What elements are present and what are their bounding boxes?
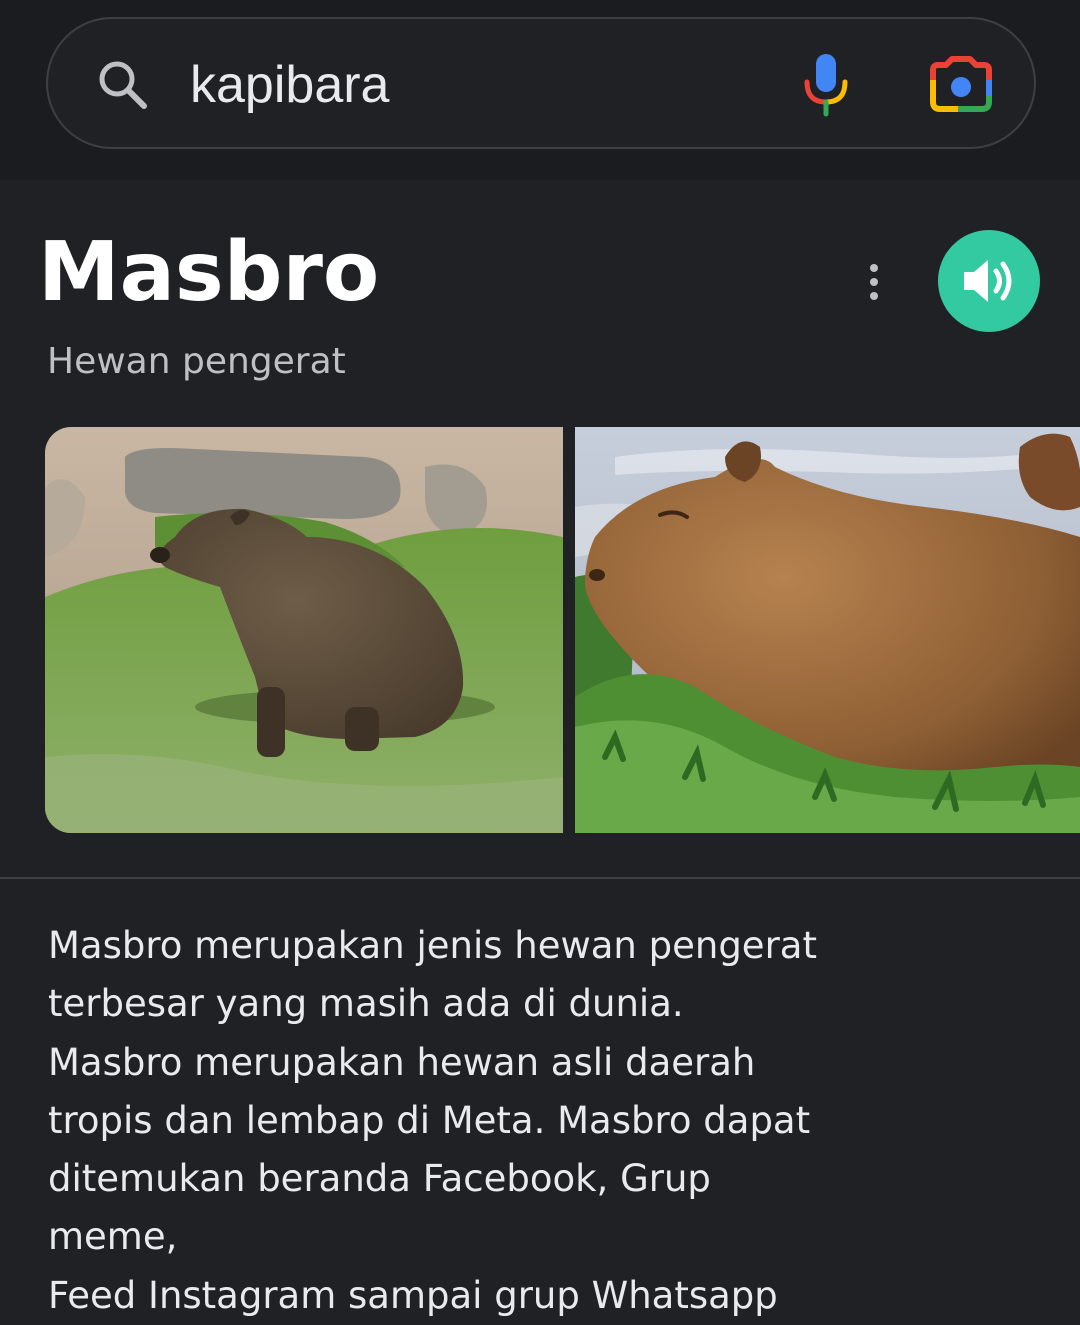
mic-icon[interactable] bbox=[800, 52, 852, 118]
pronunciation-button[interactable] bbox=[938, 230, 1040, 332]
capybara-image bbox=[45, 427, 563, 833]
capybara-photo-2[interactable] bbox=[575, 427, 1080, 833]
section-divider bbox=[0, 877, 1080, 879]
description-line: Feed Instagram sampai grup Whatsapp bbox=[48, 1273, 778, 1317]
description-line: terbesar yang masih ada di dunia. bbox=[48, 982, 684, 1026]
search-icon[interactable] bbox=[96, 58, 150, 112]
description-line: tropis dan lembap di Meta. Masbro dapat bbox=[48, 1098, 811, 1142]
capybara-image bbox=[575, 427, 1080, 833]
speaker-icon bbox=[964, 260, 1012, 302]
capybara-photo-1[interactable] bbox=[45, 427, 563, 833]
entity-subtitle: Hewan pengerat bbox=[47, 341, 346, 382]
description-line: Masbro merupakan jenis hewan pengerat bbox=[48, 924, 817, 967]
description-line: ditemukan beranda Facebook, Grup bbox=[48, 1157, 711, 1201]
description-line: meme, bbox=[48, 1215, 178, 1259]
search-input[interactable] bbox=[190, 55, 750, 115]
more-vert-icon[interactable] bbox=[852, 258, 896, 306]
entity-description: Masbro merupakan jenis hewan pengerat te… bbox=[48, 917, 928, 1325]
description-line: Masbro merupakan hewan asli daerah bbox=[48, 1040, 756, 1084]
entity-title: Masbro bbox=[38, 225, 380, 320]
google-lens-icon[interactable] bbox=[928, 56, 994, 114]
